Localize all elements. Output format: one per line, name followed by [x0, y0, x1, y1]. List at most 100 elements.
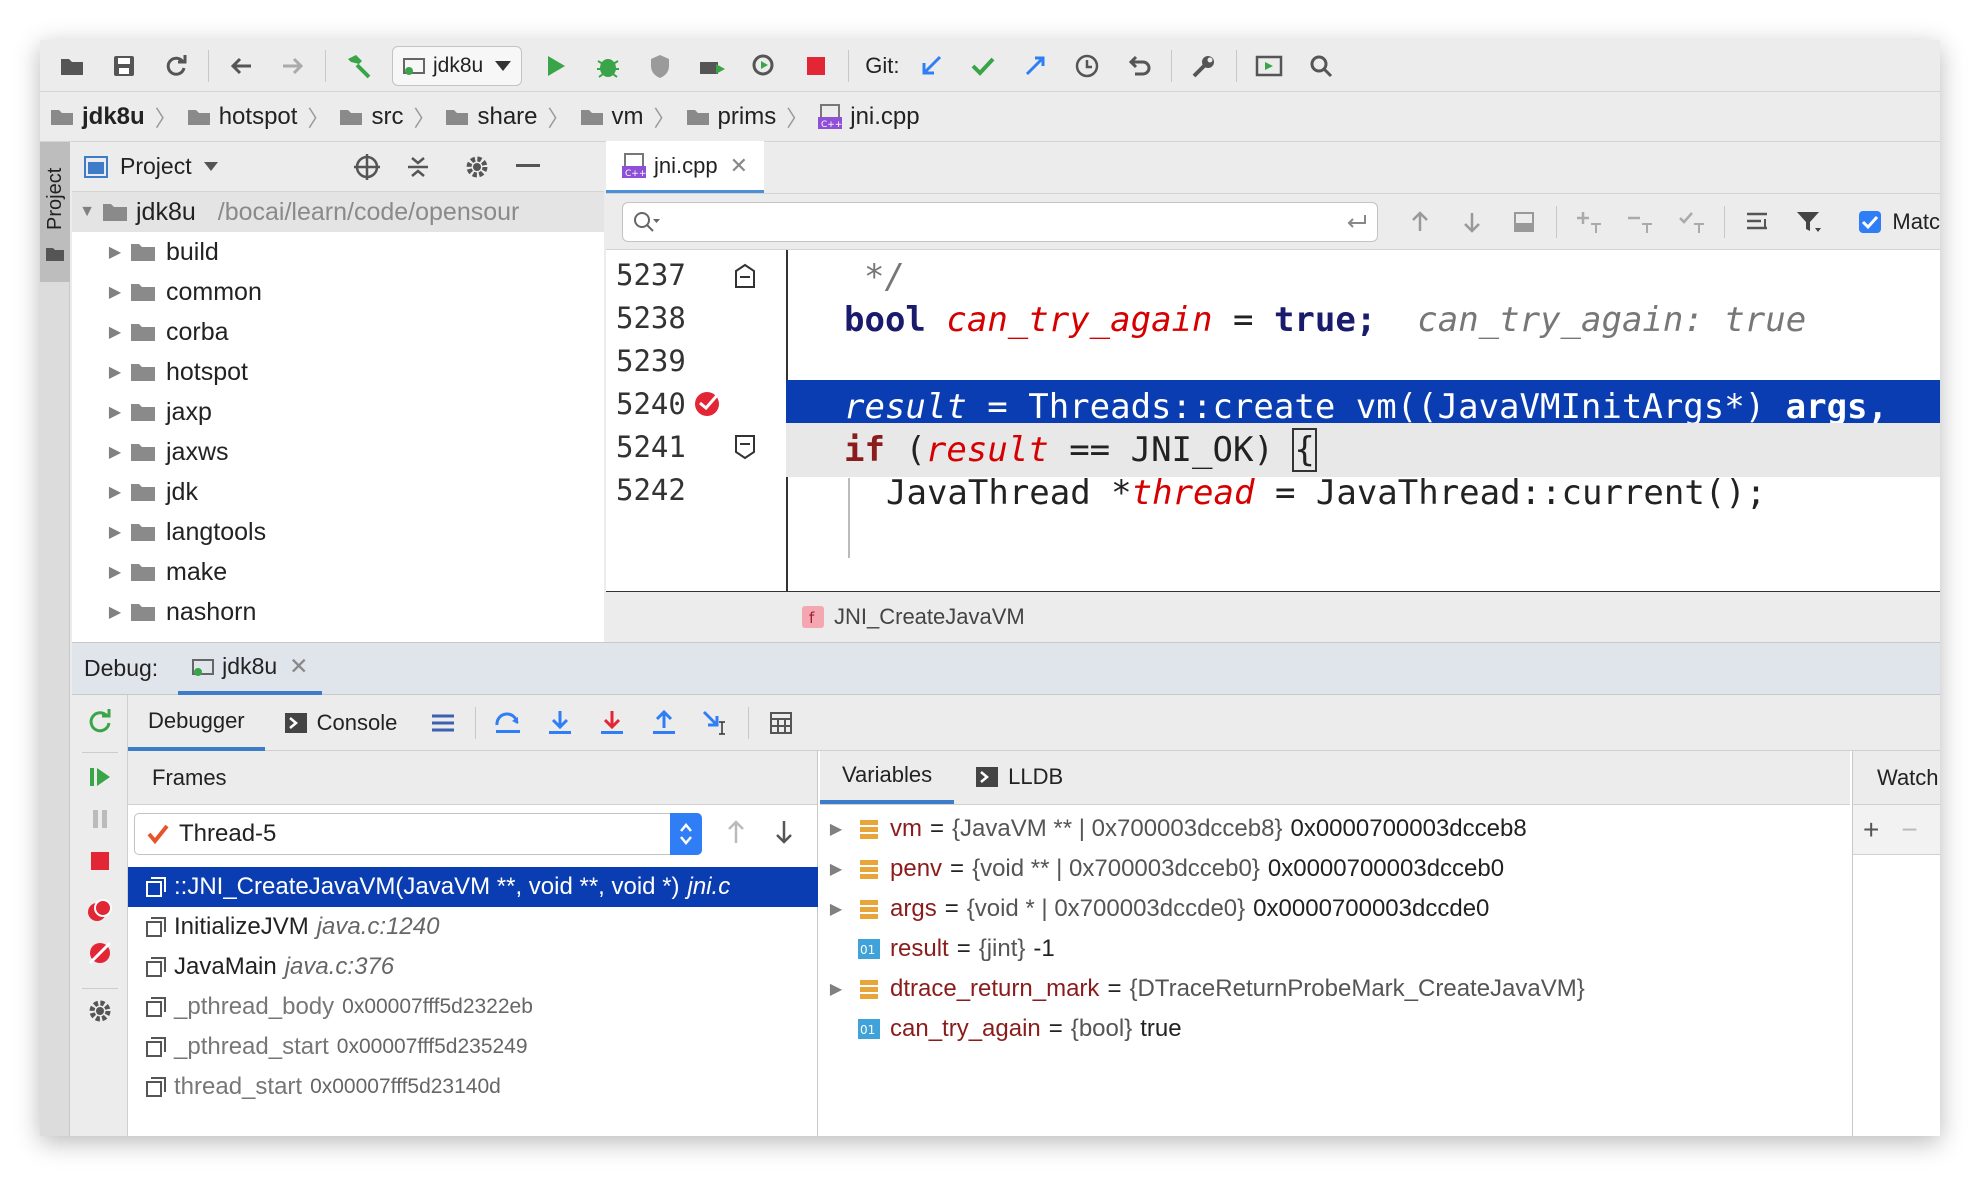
open-folder-icon[interactable]	[46, 44, 98, 88]
git-push-icon[interactable]	[1009, 44, 1061, 88]
tree-item[interactable]: ▶ jaxp	[72, 392, 604, 432]
step-over-icon[interactable]	[482, 703, 534, 743]
next-occurrence-icon[interactable]	[1446, 202, 1498, 242]
tree-item[interactable]: ▶ jaxws	[72, 432, 604, 472]
breadcrumb-item[interactable]: C++ jni.cpp	[818, 103, 920, 131]
view-breakpoints-icon[interactable]	[82, 893, 118, 929]
newline-icon[interactable]	[1345, 213, 1367, 231]
menu-lines-icon[interactable]	[417, 703, 469, 743]
project-stripe-button[interactable]: Project	[40, 142, 70, 282]
fold-marker-icon[interactable]	[734, 263, 756, 289]
collapsed-arrow-icon[interactable]: ▶	[100, 602, 130, 622]
collapse-all-icon[interactable]	[406, 154, 430, 180]
resume-icon[interactable]	[82, 759, 118, 795]
collapsed-arrow-icon[interactable]: ▶	[100, 522, 130, 542]
git-update-icon[interactable]	[905, 44, 957, 88]
attach-debugger-icon[interactable]	[738, 44, 790, 88]
fold-marker-icon[interactable]	[734, 434, 756, 460]
debug-bug-icon[interactable]	[582, 44, 634, 88]
gear-icon[interactable]	[82, 993, 118, 1029]
step-into-icon[interactable]	[534, 703, 586, 743]
profile-icon[interactable]	[686, 44, 738, 88]
filter-funnel-icon[interactable]	[1783, 202, 1835, 242]
breadcrumb-item[interactable]: prims	[686, 103, 776, 131]
tree-item[interactable]: ▶ hotspot	[72, 352, 604, 392]
tree-item[interactable]: ▶ langtools	[72, 512, 604, 552]
gear-icon[interactable]	[464, 154, 490, 180]
sync-icon[interactable]	[150, 44, 202, 88]
collapsed-arrow-icon[interactable]: ▶	[100, 482, 130, 502]
history-clock-icon[interactable]	[1061, 44, 1113, 88]
code-area[interactable]: 5237 5238 5239 5240 5241 5242 */ bool ca…	[606, 250, 1940, 592]
stack-frame[interactable]: JavaMain java.c:376	[128, 947, 818, 987]
tab-console[interactable]: Console	[265, 695, 418, 751]
arrow-up-icon[interactable]	[726, 819, 746, 845]
editor-tab-jni-cpp[interactable]: C++ jni.cpp ✕	[606, 141, 765, 193]
filter-lines-icon[interactable]	[1731, 202, 1783, 242]
collapsed-arrow-icon[interactable]: ▶	[100, 402, 130, 422]
stack-frame[interactable]: thread_start 0x00007fff5d23140d	[128, 1067, 818, 1107]
run-icon[interactable]	[530, 44, 582, 88]
tree-item[interactable]: ▶ jdk	[72, 472, 604, 512]
collapsed-arrow-icon[interactable]: ▶	[100, 362, 130, 382]
select-all-occurrences-icon[interactable]	[1498, 202, 1550, 242]
search-icon[interactable]	[1295, 44, 1347, 88]
stop-icon[interactable]	[790, 44, 842, 88]
collapsed-arrow-icon[interactable]: ▶	[100, 322, 130, 342]
expand-arrow-icon[interactable]: ▶	[820, 859, 852, 879]
variable-row[interactable]: 01 result = {jint} -1	[820, 929, 1055, 969]
close-icon[interactable]: ✕	[289, 653, 308, 680]
function-breadcrumb[interactable]: f JNI_CreateJavaVM	[606, 592, 1940, 642]
variable-row[interactable]: ▶ penv = {void ** | 0x700003dcceb0} 0x000070…	[820, 849, 1504, 889]
tab-variables[interactable]: Variables	[820, 750, 955, 804]
close-icon[interactable]: ✕	[730, 153, 748, 179]
debug-session-tab[interactable]: jdk8u ✕	[178, 643, 323, 695]
rollback-icon[interactable]	[1113, 44, 1165, 88]
stop-icon[interactable]	[82, 843, 118, 879]
breadcrumb-item[interactable]: jdk8u	[50, 103, 145, 131]
evaluate-expression-icon[interactable]	[755, 703, 807, 743]
git-commit-check-icon[interactable]	[957, 44, 1009, 88]
tree-item[interactable]: ▶ common	[72, 272, 604, 312]
expand-arrow-icon[interactable]: ▶	[820, 979, 852, 999]
remove-watch-icon[interactable]: −	[1901, 814, 1917, 846]
variable-row[interactable]: ▶ dtrace_return_mark = {DTraceReturnProbeMa…	[820, 969, 1585, 1009]
project-view-title[interactable]: Project	[120, 153, 192, 180]
collapsed-arrow-icon[interactable]: ▶	[100, 282, 130, 302]
rerun-icon[interactable]	[82, 703, 118, 739]
breadcrumb-item[interactable]: hotspot	[187, 103, 297, 131]
back-arrow-icon[interactable]	[215, 44, 267, 88]
find-input[interactable]	[622, 201, 1379, 242]
expand-arrow-icon[interactable]: ▶	[820, 819, 852, 839]
force-step-into-icon[interactable]	[586, 703, 638, 743]
breadcrumb-item[interactable]: src	[339, 103, 403, 131]
run-to-cursor-icon[interactable]	[690, 703, 742, 743]
tab-lldb[interactable]: LLDB	[954, 750, 1085, 804]
locate-target-icon[interactable]	[354, 154, 380, 180]
previous-occurrence-icon[interactable]	[1394, 202, 1446, 242]
thread-select[interactable]: Thread-5	[134, 813, 702, 855]
arrow-down-icon[interactable]	[774, 819, 794, 845]
stack-frame[interactable]: _pthread_body 0x00007fff5d2322eb	[128, 987, 818, 1027]
stack-frame[interactable]: InitializeJVM java.c:1240	[128, 907, 818, 947]
pause-icon[interactable]	[82, 801, 118, 837]
tree-item[interactable]: ▶ nashorn	[72, 592, 604, 632]
stack-frame[interactable]: ::JNI_CreateJavaVM(JavaVM **, void **, v…	[128, 867, 818, 907]
build-hammer-icon[interactable]	[332, 44, 384, 88]
add-watch-icon[interactable]: +	[1863, 814, 1879, 846]
settings-wrench-icon[interactable]	[1178, 44, 1230, 88]
step-out-icon[interactable]	[638, 703, 690, 743]
expand-arrow-icon[interactable]: ▶	[820, 899, 852, 919]
tree-item[interactable]: ▶ build	[72, 232, 604, 272]
collapsed-arrow-icon[interactable]: ▶	[100, 562, 130, 582]
presentation-icon[interactable]	[1243, 44, 1295, 88]
variable-row[interactable]: ▶ vm = {JavaVM ** | 0x700003dcceb8} 0x000070…	[820, 809, 1527, 849]
add-occurrence-icon[interactable]	[1563, 202, 1615, 242]
breadcrumb-item[interactable]: share	[445, 103, 538, 131]
select-occurrence-icon[interactable]	[1666, 202, 1718, 242]
breadcrumb-item[interactable]: vm	[580, 103, 644, 131]
minimize-icon[interactable]	[516, 164, 540, 168]
variable-row[interactable]: 01 can_try_again = {bool} true	[820, 1009, 1182, 1049]
tree-root-item[interactable]: ▼ jdk8u /bocai/learn/code/opensour	[72, 192, 604, 232]
run-configuration-select[interactable]: jdk8u	[392, 45, 523, 86]
